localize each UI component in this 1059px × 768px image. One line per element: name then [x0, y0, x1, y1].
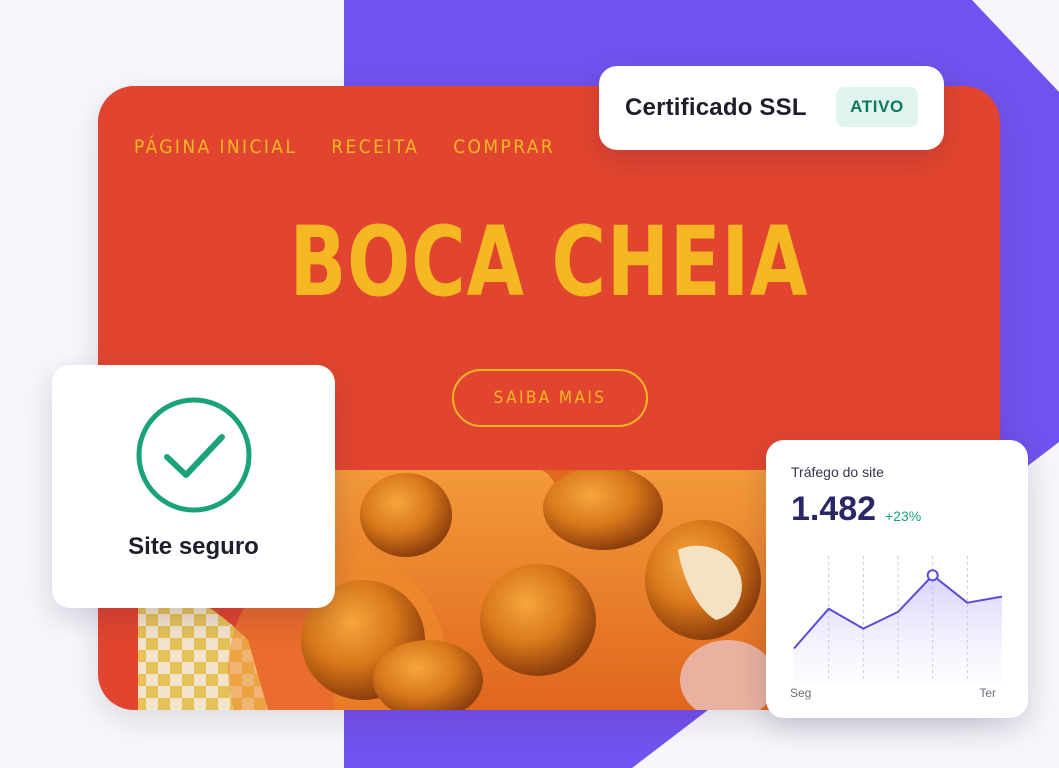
nav-link-home[interactable]: PÁGINA INICIAL	[134, 136, 297, 158]
nav-link-shop[interactable]: COMPRAR	[453, 136, 555, 158]
traffic-value: 1.482	[791, 490, 877, 528]
x-axis-end-label: Ter	[979, 686, 996, 700]
secure-site-label: Site seguro	[128, 533, 259, 560]
hero-title: BOCA CHEIA	[289, 206, 809, 318]
secure-site-card: Site seguro	[52, 365, 335, 608]
site-nav: PÁGINA INICIAL RECEITA COMPRAR	[134, 136, 555, 158]
check-circle-icon	[136, 397, 252, 513]
ssl-certificate-card: Certificado SSL ATIVO	[599, 66, 944, 150]
ssl-title: Certificado SSL	[625, 94, 807, 121]
site-traffic-card: Tráfego do site 1.482 +23% Seg Ter	[766, 440, 1028, 718]
chart-highlight-point[interactable]	[926, 569, 939, 582]
traffic-delta: +23%	[885, 508, 922, 524]
traffic-chart	[793, 556, 1003, 682]
traffic-title: Tráfego do site	[791, 464, 884, 480]
x-axis-start-label: Seg	[790, 686, 812, 700]
ssl-status-badge: ATIVO	[836, 87, 918, 127]
learn-more-button[interactable]: SAIBA MAIS	[452, 369, 648, 427]
nav-link-recipe[interactable]: RECEITA	[331, 136, 419, 158]
chart-area-fill	[794, 575, 1002, 682]
